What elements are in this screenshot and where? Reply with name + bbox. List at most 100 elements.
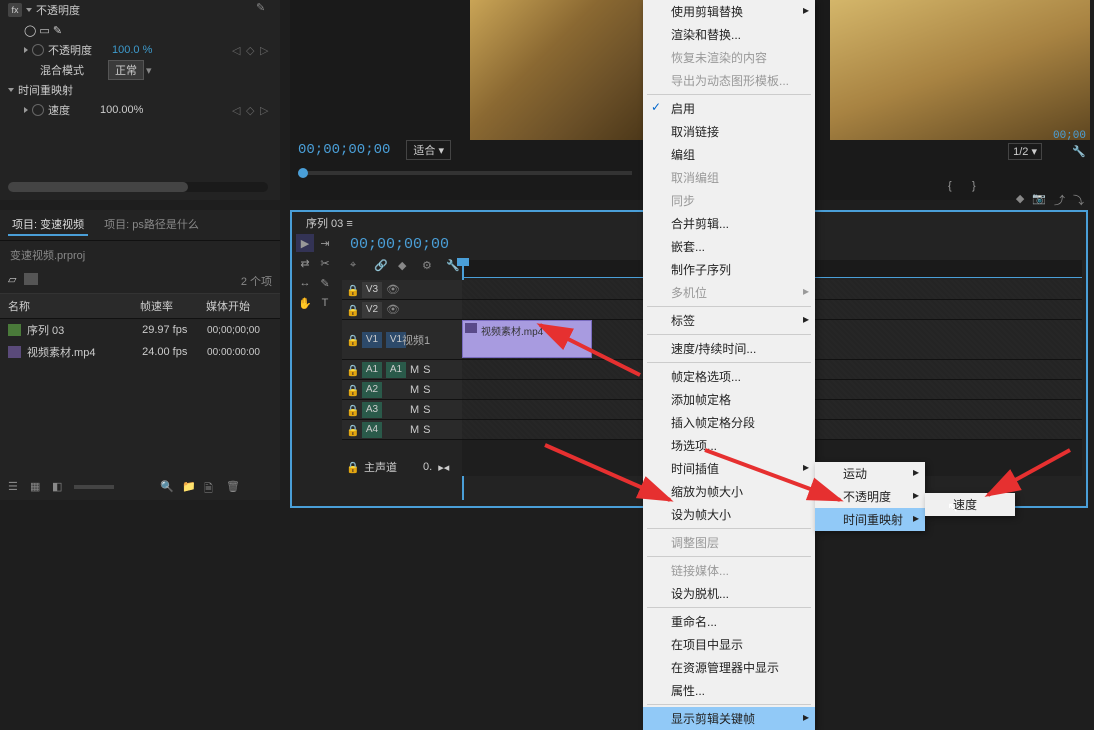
track-target-a1[interactable]: A1	[386, 362, 406, 378]
disclosure-triangle-icon[interactable]	[8, 88, 14, 92]
mark-out-icon[interactable]: }	[972, 180, 990, 198]
track-header-a1[interactable]: 🔒 A1 A1 M S	[342, 360, 462, 380]
menu-show-clip-keyframes[interactable]: 显示剪辑关键帧▸	[643, 707, 815, 730]
opacity-value[interactable]: 100.0 %	[112, 44, 152, 56]
project-tab[interactable]: 项目: ps路径是什么	[100, 214, 203, 236]
solo-button[interactable]: S	[423, 424, 430, 436]
solo-button[interactable]: S	[423, 404, 430, 416]
track-target-a2[interactable]: A2	[362, 382, 382, 398]
menu-scale-to-frame[interactable]: 缩放为帧大小	[643, 480, 815, 503]
lock-icon[interactable]: 🔒	[346, 284, 358, 296]
zoom-slider[interactable]	[74, 485, 114, 489]
slip-tool-icon[interactable]: ↔	[296, 274, 314, 292]
track-header-a2[interactable]: 🔒 A2 M S	[342, 380, 462, 400]
lock-icon[interactable]: 🔒	[346, 384, 358, 396]
prev-keyframe-icon[interactable]: ◁	[232, 44, 244, 56]
marker-icon[interactable]: ◆	[398, 259, 412, 273]
add-keyframe-icon[interactable]: ◇	[246, 104, 258, 116]
menu-reveal-in-project[interactable]: 在项目中显示	[643, 633, 815, 656]
dropdown-icon[interactable]: ▾	[146, 64, 152, 77]
col-name-header[interactable]: 名称	[8, 298, 140, 314]
menu-make-offline[interactable]: 设为脱机...	[643, 582, 815, 605]
menu-time-interpolation[interactable]: 时间插值▸	[643, 457, 815, 480]
track-target-a3[interactable]: A3	[362, 402, 382, 418]
menu-replace-with-clip[interactable]: 使用剪辑替换▸	[643, 0, 815, 23]
menu-add-frame-hold[interactable]: 添加帧定格	[643, 388, 815, 411]
expand-icon[interactable]: ▸◂	[438, 461, 449, 474]
track-header-v2[interactable]: 🔒 V2 👁	[342, 300, 462, 320]
menu-nest[interactable]: 嵌套...	[643, 235, 815, 258]
lock-icon[interactable]: 🔒	[346, 334, 358, 346]
menu-set-to-frame[interactable]: 设为帧大小	[643, 503, 815, 526]
stopwatch-icon[interactable]	[32, 104, 44, 116]
lock-icon[interactable]: 🔒	[346, 364, 358, 376]
find-icon[interactable]: 🔍	[160, 480, 176, 494]
prev-keyframe-icon[interactable]: ◁	[232, 104, 244, 116]
zoom-fit-select[interactable]: 适合 ▾	[406, 140, 451, 160]
playhead-icon[interactable]	[298, 168, 308, 178]
mute-button[interactable]: M	[410, 424, 419, 436]
solo-button[interactable]: S	[423, 364, 430, 376]
freeform-view-icon[interactable]: ◧	[52, 480, 68, 494]
pen-tool-icon[interactable]: ✎	[256, 1, 272, 17]
lock-icon[interactable]: 🔒	[346, 424, 358, 436]
next-keyframe-icon[interactable]: ▷	[260, 44, 272, 56]
blend-mode-select[interactable]: 正常	[108, 60, 144, 80]
list-view-icon[interactable]: ☰	[8, 480, 24, 494]
add-keyframe-icon[interactable]: ◇	[246, 44, 258, 56]
ellipse-mask-icon[interactable]: ◯	[24, 24, 36, 37]
lock-icon[interactable]: 🔒	[346, 404, 358, 416]
export-frame-icon[interactable]: 📷	[1032, 192, 1046, 208]
opacity-value-row[interactable]: 不透明度 100.0 % ◁◇▷	[0, 40, 280, 60]
icon-view-icon[interactable]: ▦	[30, 480, 46, 494]
type-tool-icon[interactable]: T	[316, 294, 334, 312]
menu-render-replace[interactable]: 渲染和替换...	[643, 23, 815, 46]
eye-icon[interactable]: 👁	[386, 303, 398, 316]
next-keyframe-icon[interactable]: ▷	[260, 104, 272, 116]
track-target-v2[interactable]: V2	[362, 302, 382, 318]
project-column-header[interactable]: 名称 帧速率 媒体开始	[0, 293, 280, 319]
disclosure-triangle-icon[interactable]	[24, 47, 28, 53]
menu-unlink[interactable]: 取消链接	[643, 120, 815, 143]
video-clip[interactable]: 视频素材.mp4	[462, 320, 592, 358]
extract-icon[interactable]: ⤵	[1073, 192, 1084, 208]
disclosure-triangle-icon[interactable]	[24, 107, 28, 113]
col-fps-header[interactable]: 帧速率	[140, 298, 206, 314]
track-target-a4[interactable]: A4	[362, 422, 382, 438]
project-item-sequence[interactable]: 序列 03 29.97 fps 00;00;00;00	[0, 319, 280, 341]
trash-icon[interactable]: 🗑	[226, 480, 242, 494]
menu-merge-clips[interactable]: 合并剪辑...	[643, 212, 815, 235]
program-timecode[interactable]: 00;00;00;00	[298, 142, 390, 158]
mute-button[interactable]: M	[410, 364, 419, 376]
time-remap-row[interactable]: 时间重映射	[0, 80, 280, 100]
lock-icon[interactable]: 🔒	[346, 461, 358, 473]
menu-speed-duration[interactable]: 速度/持续时间...	[643, 337, 815, 360]
ripple-edit-tool-icon[interactable]: ⇄	[296, 254, 314, 272]
opacity-effect-row[interactable]: fx 不透明度	[0, 0, 280, 20]
bin-icon[interactable]	[24, 273, 38, 285]
mute-button[interactable]: M	[410, 404, 419, 416]
settings-icon[interactable]: ⚙	[422, 259, 436, 273]
eye-icon[interactable]: 👁	[386, 283, 398, 296]
speed-row[interactable]: 速度 100.00% ◁◇▷	[0, 100, 280, 120]
blend-mode-row[interactable]: 混合模式 正常 ▾	[0, 60, 280, 80]
track-select-tool-icon[interactable]: ⇥	[316, 234, 334, 252]
new-item-icon[interactable]: 🗎	[204, 480, 220, 494]
lock-icon[interactable]: 🔒	[346, 304, 358, 316]
col-start-header[interactable]: 媒体开始	[206, 298, 272, 314]
hand-tool-icon[interactable]: ✋	[296, 294, 314, 312]
track-header-v1[interactable]: 🔒 V1 V1 视频1	[342, 320, 462, 360]
menu-label[interactable]: 标签▸	[643, 309, 815, 332]
wrench-icon[interactable]: 🔧	[1072, 145, 1086, 158]
snap-icon[interactable]: ⌖	[350, 259, 364, 273]
project-item-clip[interactable]: 视频素材.mp4 24.00 fps 00:00:00:00	[0, 341, 280, 363]
timeline-sequence-tab[interactable]: 序列 03 ≡	[300, 216, 359, 232]
add-marker-icon[interactable]: ◆	[1016, 192, 1024, 208]
menu-frame-hold-options[interactable]: 帧定格选项...	[643, 365, 815, 388]
track-header-a3[interactable]: 🔒 A3 M S	[342, 400, 462, 420]
track-header-v3[interactable]: 🔒 V3 👁	[342, 280, 462, 300]
track-source-v1[interactable]: V1	[362, 332, 382, 348]
submenu-opacity[interactable]: 不透明度▸	[815, 485, 925, 508]
stopwatch-icon[interactable]	[32, 44, 44, 56]
project-tab-active[interactable]: 项目: 变速视频	[8, 214, 88, 236]
